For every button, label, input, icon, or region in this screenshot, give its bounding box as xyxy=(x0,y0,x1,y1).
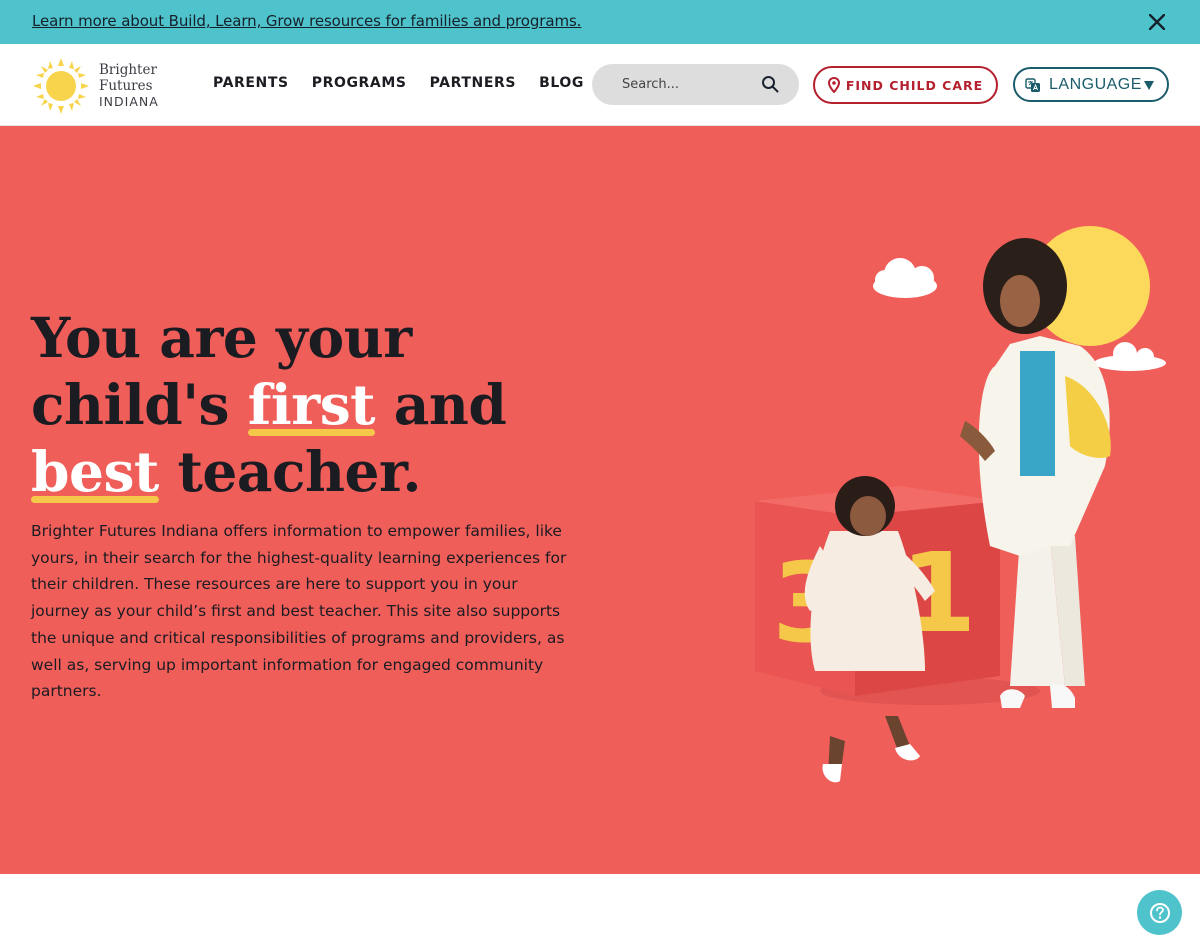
hero-intro: Brighter Futures Indiana offers informat… xyxy=(31,522,567,701)
headline-part-4: teacher. xyxy=(177,439,422,504)
nav-item-blog[interactable]: BLOG xyxy=(539,75,584,91)
hero-section: You are your child's first and best teac… xyxy=(0,126,1200,874)
caret-down-icon xyxy=(1144,81,1154,90)
headline-highlight-best: best xyxy=(31,439,159,504)
logo-text: Brighter Futures INDIANA xyxy=(99,62,159,110)
find-child-care-label: FIND CHILD CARE xyxy=(845,77,984,93)
cloud-left xyxy=(873,258,937,298)
cloud-right xyxy=(1094,342,1166,371)
hero-illustration: 3 1 xyxy=(755,226,1166,783)
help-icon xyxy=(1149,902,1170,923)
headline-part-2: child's xyxy=(31,372,230,437)
hero-headline: You are your child's first and best teac… xyxy=(31,304,651,505)
language-select[interactable]: LANGUAGE xyxy=(1013,67,1169,102)
headline-highlight-first: first xyxy=(247,372,376,437)
sun-logo-icon xyxy=(33,58,89,114)
logo-line-2: Futures xyxy=(99,78,153,94)
search-box xyxy=(592,64,799,105)
help-button[interactable] xyxy=(1137,890,1182,935)
site-header: Brighter Futures INDIANA PARENTS PROGRAM… xyxy=(0,44,1200,126)
search-input[interactable] xyxy=(622,77,757,92)
location-pin-icon xyxy=(827,77,840,93)
nav-item-parents[interactable]: PARENTS xyxy=(213,75,289,91)
language-label: LANGUAGE xyxy=(1049,75,1142,93)
headline-part-1: You are your xyxy=(31,305,412,370)
search-icon[interactable] xyxy=(761,75,779,93)
announcement-link[interactable]: Learn more about Build, Learn, Grow reso… xyxy=(32,12,581,30)
headline-part-3: and xyxy=(393,372,507,437)
translate-icon xyxy=(1025,77,1040,92)
nav-item-programs[interactable]: PROGRAMS xyxy=(312,75,407,91)
announcement-bar: Learn more about Build, Learn, Grow reso… xyxy=(0,0,1200,44)
find-child-care-button[interactable]: FIND CHILD CARE xyxy=(813,66,998,104)
close-icon[interactable] xyxy=(1146,11,1168,33)
logo-line-3: INDIANA xyxy=(99,94,159,109)
logo[interactable]: Brighter Futures INDIANA xyxy=(31,55,171,117)
logo-line-1: Brighter xyxy=(99,62,157,78)
main-nav: PARENTS PROGRAMS PARTNERS BLOG xyxy=(213,75,584,91)
nav-item-partners[interactable]: PARTNERS xyxy=(430,75,516,91)
